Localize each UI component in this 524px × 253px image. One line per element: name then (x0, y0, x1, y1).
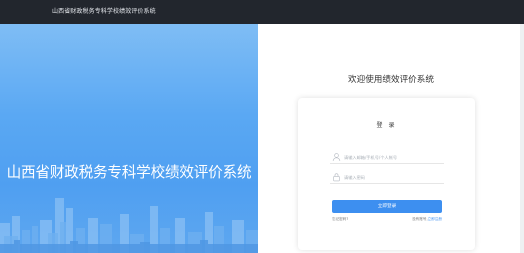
banner-panel: 山西省财政税务专科学校绩效评价系统 (0, 24, 258, 253)
user-icon (332, 153, 341, 162)
city-skyline-illustration (0, 198, 258, 253)
top-bar: 山西省财政税务专科学校绩效评价系统 (0, 0, 524, 24)
register-prompt: 没有账号,立即注册 (412, 216, 442, 222)
welcome-heading: 欢迎使用绩效评价系统 (348, 75, 434, 85)
app-title: 山西省财政税务专科学校绩效评价系统 (52, 8, 156, 15)
forgot-password-link[interactable]: 忘记密码? (332, 216, 348, 222)
password-input[interactable] (344, 172, 442, 182)
username-field[interactable] (330, 150, 444, 164)
login-card: 登 录 立即登录 忘记密码? 没有账号,立即注册 (298, 98, 475, 250)
register-link[interactable]: 立即注册 (428, 217, 442, 221)
login-links: 忘记密码? 没有账号,立即注册 (332, 216, 442, 224)
login-title: 登 录 (376, 122, 397, 129)
password-field[interactable] (330, 170, 444, 184)
no-account-text: 没有账号, (412, 217, 428, 221)
lock-icon (333, 173, 340, 182)
login-button[interactable]: 立即登录 (332, 200, 442, 213)
username-input[interactable] (344, 152, 442, 162)
login-panel: 欢迎使用绩效评价系统 登 录 立即登录 忘记密码? 没有账号,立即注册 (258, 24, 524, 253)
banner-title: 山西省财政税务专科学校绩效评价系统 (6, 164, 252, 181)
scrollbar[interactable] (520, 24, 524, 253)
